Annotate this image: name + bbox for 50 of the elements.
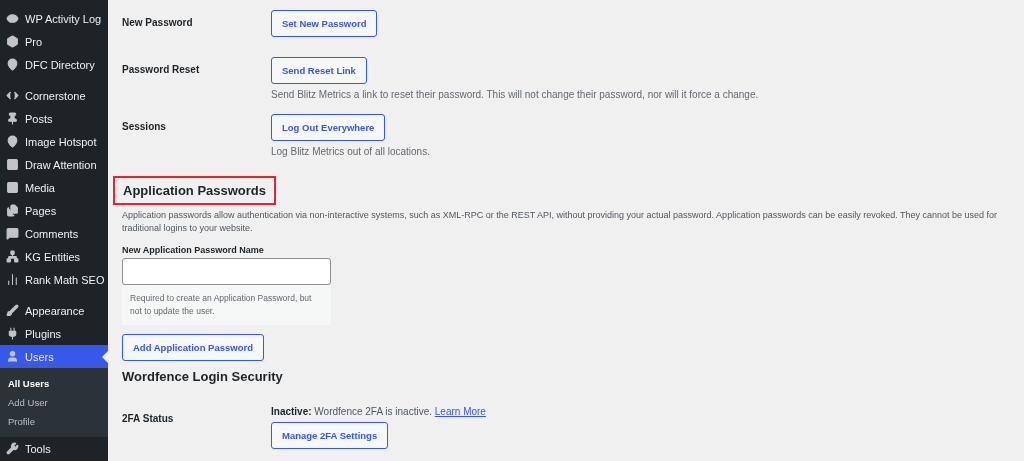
input-field[interactable] [122, 258, 331, 285]
action-button[interactable]: Set New Password [271, 10, 378, 37]
sidebar-item[interactable]: Rank Math SEO [0, 268, 108, 291]
learn-more-link[interactable]: Learn More [434, 406, 486, 417]
field-label: Password Reset [122, 63, 201, 77]
sidebar-item[interactable]: KG Entities [0, 245, 108, 268]
map-pin-icon [6, 58, 19, 71]
wrench-icon [6, 442, 19, 455]
sidebar-item[interactable]: Appearance [0, 299, 108, 322]
comment-icon [6, 227, 19, 240]
section-heading: Application Passwords [113, 176, 277, 205]
sidebar-item[interactable]: Posts [0, 107, 108, 130]
field-hint: Required to create an Application Password, but not to update the user. [122, 285, 331, 325]
add-button[interactable]: Add Application Password [122, 334, 264, 361]
field-label: New Application Password Name [122, 245, 265, 255]
map-pin-icon [6, 135, 19, 148]
sidebar-item[interactable]: Pro [0, 30, 108, 53]
settings-button[interactable]: Manage 2FA Settings [271, 422, 389, 449]
sidebar-item[interactable]: Media [0, 176, 108, 199]
sidebar-item[interactable]: DFC Directory [0, 53, 108, 76]
chart-icon [6, 273, 19, 286]
code-icon [6, 89, 19, 102]
action-button[interactable]: Send Reset Link [271, 57, 367, 84]
field-label: 2FA Status [122, 412, 175, 426]
sidebar-item[interactable]: WP Activity Log [0, 7, 108, 30]
plug-icon [6, 327, 19, 340]
sidebar-item[interactable]: Plugins [0, 322, 108, 345]
submenu-item[interactable]: Profile [0, 412, 108, 431]
status-text: Inactive: Wordfence 2FA is inactive. Learn More [271, 406, 486, 417]
sidebar-item[interactable]: Draw Attention [0, 153, 108, 176]
brush-icon [6, 304, 19, 317]
field-label: Sessions [122, 120, 167, 134]
field-description: Send Blitz Metrics a link to reset their password. This will not change their password, nor will it force a change. [271, 89, 759, 100]
sidebar-item[interactable]: Image Hotspot [0, 130, 108, 153]
user-icon [6, 350, 19, 363]
sidebar-item[interactable]: Cornerstone [0, 84, 108, 107]
field-description: Log Blitz Metrics out of all locations. [271, 146, 430, 157]
submenu-item[interactable]: All Users [0, 374, 108, 393]
pin-icon [6, 112, 19, 125]
section-heading: Wordfence Login Security [122, 369, 284, 384]
hexagon-icon [6, 35, 19, 48]
section-description: Application passwords allow authentication via non-interactive systems, such as XML-RPC or the REST API, without providing your actual password. Application passwords can be easily revoked. They cannot be used for traditional logins to your website. [122, 209, 999, 235]
hierarchy-icon [6, 250, 19, 263]
sidebar-item[interactable]: Users [0, 345, 108, 368]
field-label: New Password [122, 16, 194, 30]
sidebar-item[interactable]: Pages [0, 199, 108, 222]
sidebar-item[interactable]: Tools [0, 437, 108, 460]
action-button[interactable]: Log Out Everywhere [271, 114, 386, 141]
sidebar-item[interactable]: Comments [0, 222, 108, 245]
submenu-item[interactable]: Add User [0, 393, 108, 412]
